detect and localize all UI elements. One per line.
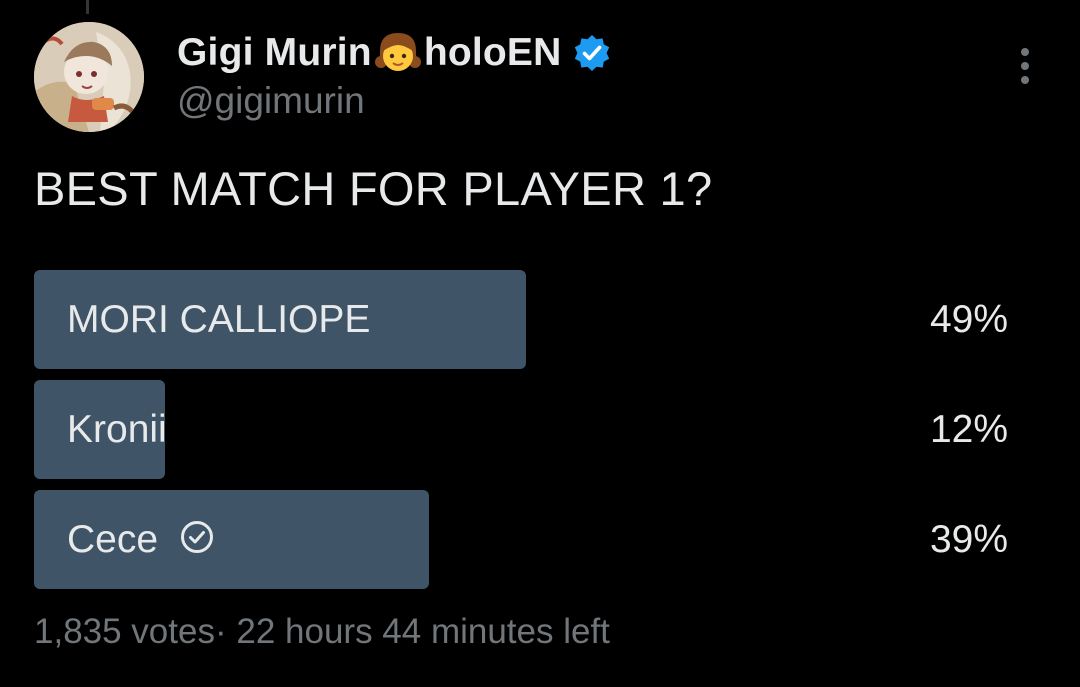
meta-separator: · (214, 612, 227, 651)
avatar-image (34, 22, 144, 132)
poll-option-label: MORI CALLIOPE (67, 270, 370, 369)
poll-option-text: Kronii (67, 407, 167, 451)
more-options-button[interactable] (1006, 44, 1044, 88)
vote-count: 1,835 votes (34, 612, 215, 651)
poll-option-percent: 12% (929, 407, 1008, 451)
poll: MORI CALLIOPE 49% Kronii 12% Cece 39% (34, 270, 1010, 600)
author-name[interactable]: Gigi Murin (177, 31, 372, 75)
poll-option[interactable]: MORI CALLIOPE 49% (34, 270, 1010, 369)
thread-connector-line (86, 0, 89, 14)
author-name-affiliation[interactable]: holoEN (424, 31, 562, 75)
poll-footer: 1,835 votes· 22 hours 44 minutes left (34, 612, 610, 652)
poll-option-text: Cece (67, 517, 159, 561)
time-remaining: 22 hours 44 minutes left (236, 612, 610, 651)
avatar[interactable] (34, 22, 144, 132)
check-circle-icon (180, 520, 214, 554)
verified-badge-icon (572, 33, 612, 73)
author-name-row[interactable]: Gigi Murin holoEN (177, 30, 612, 76)
girl-emoji-icon (374, 29, 422, 77)
poll-option-label: Kronii (67, 380, 167, 479)
poll-option-text: MORI CALLIOPE (67, 297, 371, 341)
poll-option[interactable]: Kronii 12% (34, 380, 1010, 479)
more-dots-icon (1021, 76, 1029, 84)
poll-option-label: Cece (67, 490, 214, 589)
author-handle[interactable]: @gigimurin (177, 80, 365, 122)
more-dots-icon (1021, 48, 1029, 56)
poll-option[interactable]: Cece 39% (34, 490, 1010, 589)
tweet-text: BEST MATCH FOR PLAYER 1? (34, 162, 713, 215)
more-dots-icon (1021, 62, 1029, 70)
poll-option-percent: 39% (929, 517, 1008, 561)
poll-option-percent: 49% (929, 297, 1008, 341)
